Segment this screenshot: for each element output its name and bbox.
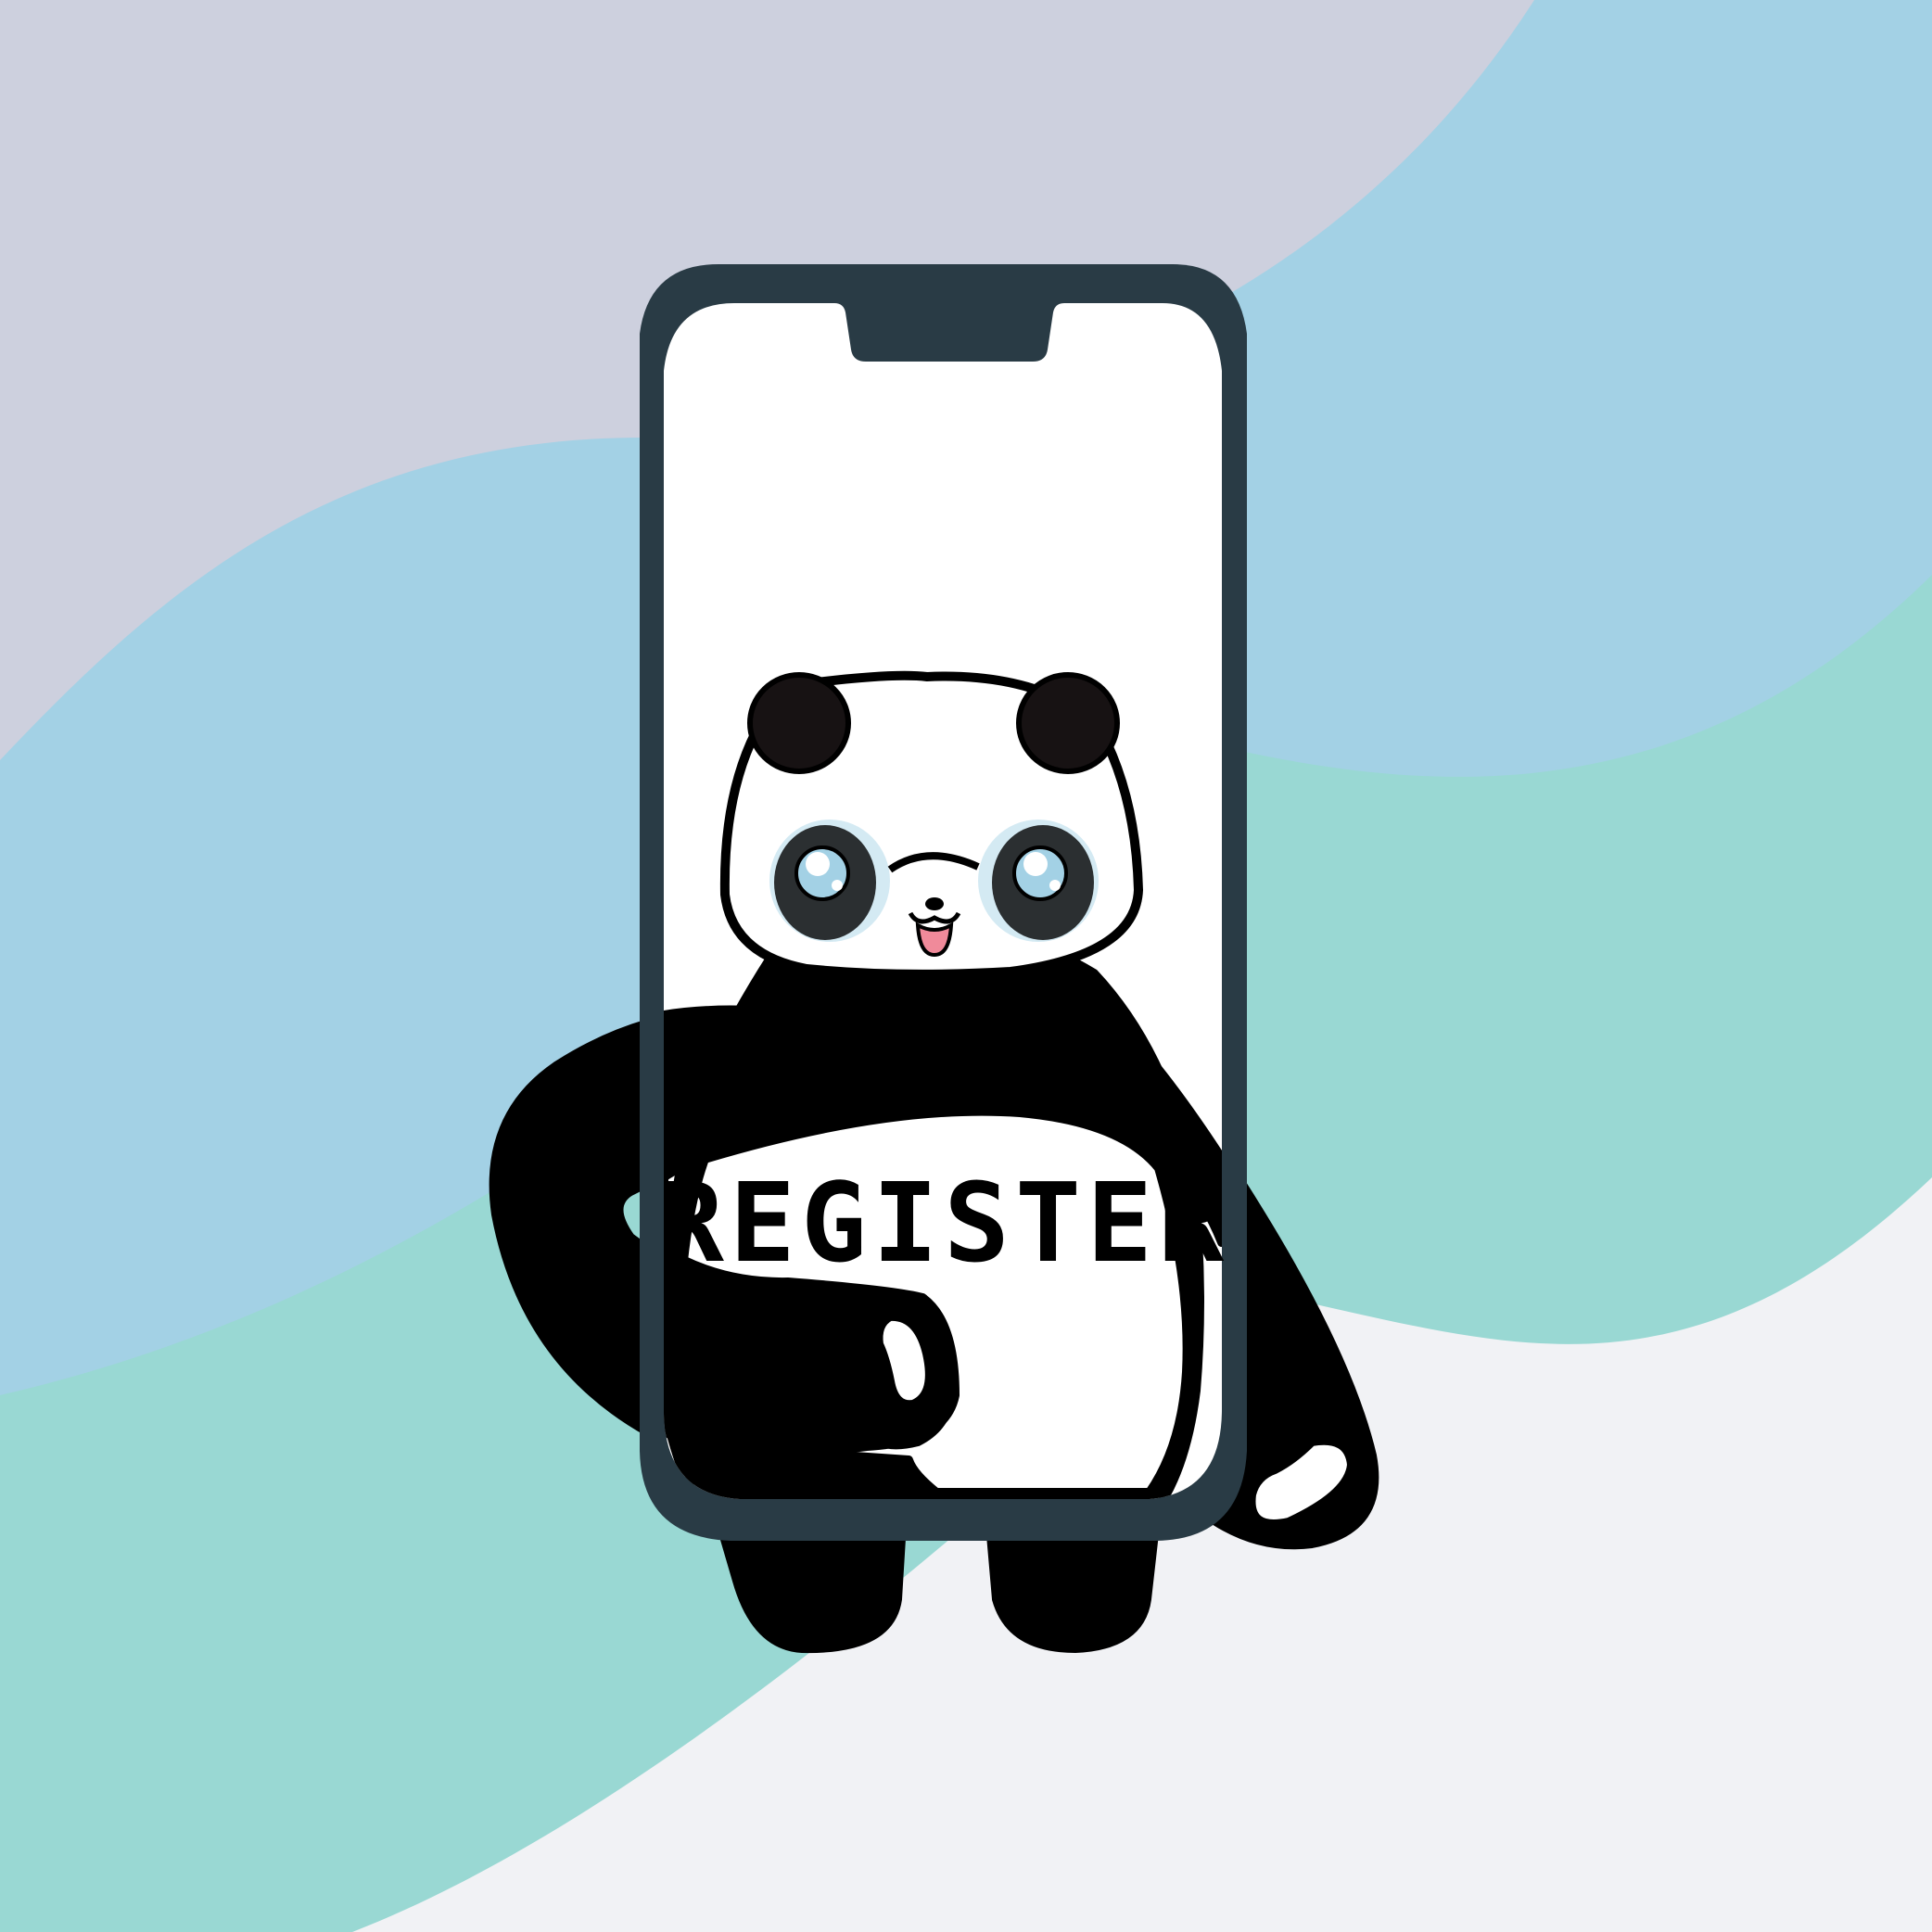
panda-left-ear [747, 672, 851, 774]
panda-tongue [915, 922, 954, 958]
panda-right-ear [1016, 672, 1120, 774]
illustration-canvas: REGISTER [0, 0, 1932, 1932]
right-eye-shine [1023, 852, 1048, 876]
panda-nose [925, 897, 944, 910]
right-eye-shine-small [1049, 880, 1061, 891]
register-illustration: REGISTER [0, 0, 1932, 1932]
left-eye-shine [806, 852, 830, 876]
register-button-label[interactable]: REGISTER [658, 1159, 1229, 1287]
left-eye-shine-small [832, 880, 843, 891]
